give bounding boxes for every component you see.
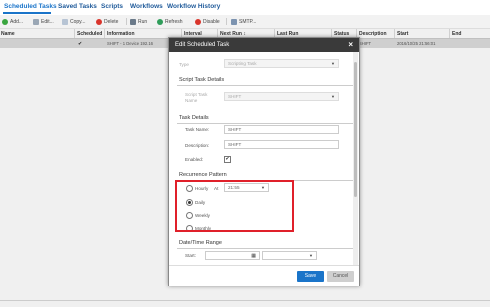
start-time-select[interactable]: ▼ xyxy=(262,251,317,260)
copy-icon xyxy=(62,18,68,25)
edit-icon xyxy=(33,18,39,25)
dialog-body: Type Scripting Task ▼ Script Task Detail… xyxy=(169,52,359,265)
copy-button[interactable]: Copy... xyxy=(62,17,85,26)
tab-workflows[interactable]: Workflows xyxy=(130,3,163,10)
type-label: Type xyxy=(179,62,189,67)
dialog-header: Edit Scheduled Task × xyxy=(169,38,359,52)
edit-button[interactable]: Edit... xyxy=(33,17,54,26)
script-task-name-label: Script Task Name xyxy=(185,92,208,103)
description-value: SHIFT xyxy=(228,142,242,147)
section-divider xyxy=(177,85,353,86)
section-divider xyxy=(177,248,353,249)
start-label: Start: xyxy=(185,253,196,258)
run-label: Run xyxy=(138,18,148,25)
type-select: Scripting Task ▼ xyxy=(224,59,339,68)
section-divider xyxy=(177,123,353,124)
add-icon xyxy=(2,18,8,25)
smtp-button[interactable]: SMTP... xyxy=(231,17,256,26)
edit-label: Edit... xyxy=(41,18,54,25)
chevron-down-icon: ▼ xyxy=(331,61,335,66)
add-button[interactable]: Add... xyxy=(2,17,23,26)
calendar-icon[interactable]: ▦ xyxy=(251,253,256,259)
start-date-input[interactable]: ▦ xyxy=(205,251,260,260)
type-value: Scripting Task xyxy=(228,61,257,66)
edit-scheduled-task-dialog: Edit Scheduled Task × Type Scripting Tas… xyxy=(168,37,360,286)
highlight-box xyxy=(175,180,294,232)
task-name-label: Task Name: xyxy=(185,127,210,132)
dialog-title: Edit Scheduled Task xyxy=(175,42,230,48)
add-label: Add... xyxy=(10,18,24,25)
chevron-down-icon: ▼ xyxy=(331,94,335,99)
cancel-button[interactable]: Cancel xyxy=(327,271,354,282)
script-task-name-value: SHIFT xyxy=(228,94,242,99)
refresh-icon xyxy=(157,18,163,25)
scrollbar-thumb[interactable] xyxy=(354,62,357,197)
delete-label: Delete xyxy=(104,18,119,25)
top-tabs: Scheduled Tasks Saved Tasks Scripts Work… xyxy=(0,0,490,14)
disable-button[interactable]: Disable xyxy=(195,17,220,26)
task-name-input[interactable]: SHIFT xyxy=(224,125,339,134)
task-details-heading: Task Details xyxy=(179,115,209,121)
tab-saved-tasks[interactable]: Saved Tasks xyxy=(58,3,97,10)
description-label: Description: xyxy=(185,143,210,148)
toolbar-divider xyxy=(126,18,127,25)
close-icon[interactable]: × xyxy=(348,40,353,49)
run-button[interactable]: Run xyxy=(130,17,147,26)
delete-button[interactable]: Delete xyxy=(96,17,118,26)
recurrence-pattern-heading: Recurrence Pattern xyxy=(179,172,227,178)
dialog-scrollbar[interactable] xyxy=(353,52,358,265)
toolbar-divider xyxy=(226,18,227,25)
refresh-label: Refresh xyxy=(165,18,183,25)
disable-icon xyxy=(195,18,201,25)
date-time-range-heading: Date/Time Range xyxy=(179,240,222,246)
run-icon xyxy=(130,18,136,25)
chevron-down-icon: ▼ xyxy=(309,253,313,258)
copy-label: Copy... xyxy=(70,18,86,25)
description-input[interactable]: SHIFT xyxy=(224,140,339,149)
smtp-label: SMTP... xyxy=(239,18,257,25)
toolbar: Add... Edit... Copy... Delete Run Refres… xyxy=(0,15,490,29)
enabled-label: Enabled: xyxy=(185,157,204,162)
tab-scheduled-tasks[interactable]: Scheduled Tasks xyxy=(4,3,57,10)
script-task-name-select: SHIFT ▼ xyxy=(224,92,339,101)
task-name-value: SHIFT xyxy=(228,127,242,132)
tab-scripts[interactable]: Scripts xyxy=(101,3,123,10)
mail-icon xyxy=(231,18,237,25)
active-tab-indicator xyxy=(3,12,51,14)
tab-workflow-history[interactable]: Workflow History xyxy=(167,3,220,10)
save-button[interactable]: Save xyxy=(297,271,324,282)
script-task-details-heading: Script Task Details xyxy=(179,77,225,83)
delete-icon xyxy=(96,18,102,25)
refresh-button[interactable]: Refresh xyxy=(157,17,183,26)
disable-label: Disable xyxy=(203,18,220,25)
enabled-checkbox[interactable]: ✔ xyxy=(224,156,231,163)
dialog-footer: Save Cancel xyxy=(169,265,359,286)
